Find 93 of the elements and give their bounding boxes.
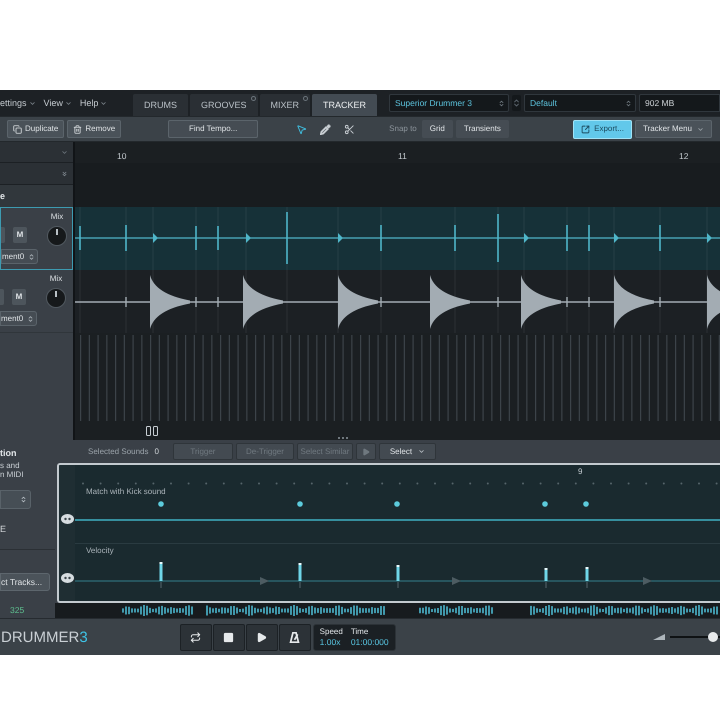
tab[interactable]: MIXER <box>260 94 310 116</box>
volume-icon <box>653 634 665 640</box>
stepper-icon <box>27 314 34 322</box>
play-icon <box>256 632 268 642</box>
mix-label: Mix <box>50 274 62 284</box>
stop-button[interactable] <box>212 624 245 650</box>
note-marker <box>452 577 461 585</box>
pen-plus-icon[interactable] <box>320 124 332 134</box>
lane-handle-icon[interactable] <box>60 514 74 524</box>
velocity-bar <box>298 563 302 588</box>
stepper-icon <box>20 495 27 504</box>
velocity-bar <box>544 568 548 588</box>
caret-icon <box>697 126 704 132</box>
mix-knob[interactable] <box>47 226 67 246</box>
tab[interactable]: DRUMS <box>133 94 188 116</box>
select-dropdown[interactable]: Select <box>378 443 436 460</box>
readout-value: 01:00:000 <box>350 638 389 646</box>
stop-icon <box>223 632 234 642</box>
note-marker <box>643 577 652 585</box>
preset-select[interactable]: Superior Drummer 3 <box>389 94 509 112</box>
scissors-icon[interactable] <box>344 124 356 134</box>
mute-button[interactable]: M <box>13 227 27 243</box>
velocity-bar <box>586 567 588 588</box>
note-marker <box>260 577 269 585</box>
drag-handle-icon[interactable] <box>146 426 158 436</box>
expand-icon[interactable] <box>61 170 68 178</box>
bar-number: 9 <box>578 467 582 477</box>
trash-icon <box>73 124 82 134</box>
mix-label: Mix <box>50 212 64 222</box>
lane-handle-icon[interactable] <box>60 573 74 583</box>
mute-button[interactable]: M <box>12 289 26 305</box>
bar-number: 11 <box>398 151 407 161</box>
toolbar-button[interactable]: Duplicate <box>7 120 64 138</box>
metronome-icon <box>289 632 300 642</box>
toolbar-button[interactable]: Remove <box>67 120 122 138</box>
caret-icon <box>28 100 36 106</box>
snap-option[interactable]: Transients <box>456 120 509 138</box>
caret-icon <box>418 448 426 455</box>
option-label: E <box>0 524 6 534</box>
find-tempo-button[interactable]: Find Tempo... <box>168 120 258 138</box>
velocity-bar <box>396 565 400 588</box>
loop-button[interactable] <box>180 624 212 650</box>
mix-knob[interactable] <box>46 288 66 308</box>
match-dot <box>297 501 303 507</box>
bar-number: 12 <box>679 151 688 161</box>
tab[interactable]: GROOVES <box>190 94 258 116</box>
bar-number: 10 <box>117 151 126 161</box>
volume-slider[interactable] <box>670 632 720 642</box>
menu-item[interactable]: ettings <box>0 98 36 108</box>
match-dot <box>394 501 400 507</box>
play-button[interactable] <box>246 624 278 650</box>
menu-item[interactable]: Help <box>80 98 108 108</box>
snap-label: Snap to <box>389 125 417 133</box>
pointer-icon[interactable] <box>296 124 308 134</box>
stepper-icon[interactable] <box>512 95 521 111</box>
stepper-icon <box>625 98 632 108</box>
match-dot <box>158 501 164 507</box>
copy-icon <box>13 124 22 134</box>
snap-option[interactable]: Grid <box>422 120 453 138</box>
selected-sounds-count: 0 <box>154 448 159 456</box>
play-icon <box>362 448 370 456</box>
metronome-button[interactable] <box>278 624 311 650</box>
collapse-icon[interactable] <box>61 148 68 156</box>
export-button[interactable]: Export... <box>573 120 632 138</box>
match-dot <box>583 501 589 507</box>
tab[interactable]: TRACKER <box>312 94 378 116</box>
stepper-icon <box>28 252 35 260</box>
tracker-menu-button[interactable]: Tracker Menu <box>634 120 712 138</box>
description-text: s and n MIDI <box>0 461 24 479</box>
output-select[interactable]: ment0 <box>0 311 37 326</box>
stepper-icon <box>498 98 505 108</box>
row-label: e <box>0 192 6 200</box>
readout-value: 1.00x <box>320 638 342 646</box>
export-icon <box>581 124 590 134</box>
menu-item[interactable]: View <box>44 98 72 108</box>
section-heading: tion <box>0 448 16 458</box>
readout-label: Time <box>350 628 370 636</box>
readout-label: Speed <box>320 628 343 636</box>
app-logo: DRUMMER3 <box>0 630 88 644</box>
lane-label: Match with Kick sound <box>86 487 166 496</box>
preset-select[interactable]: Default <box>524 94 636 112</box>
memory-readout: 902 MB <box>639 94 720 112</box>
counter-readout: 325 <box>10 606 24 615</box>
output-select[interactable]: ment0 <box>1 249 38 264</box>
lane-label: Velocity <box>86 546 114 555</box>
track-button[interactable] <box>1 227 5 243</box>
velocity-bar <box>160 562 162 588</box>
loop-icon <box>190 632 202 642</box>
caret-icon <box>100 100 108 106</box>
match-dot <box>542 501 548 507</box>
caret-icon <box>64 100 72 106</box>
selected-sounds-label: Selected Sounds <box>88 448 148 456</box>
select-tracks-button[interactable]: ct Tracks... <box>0 573 50 591</box>
